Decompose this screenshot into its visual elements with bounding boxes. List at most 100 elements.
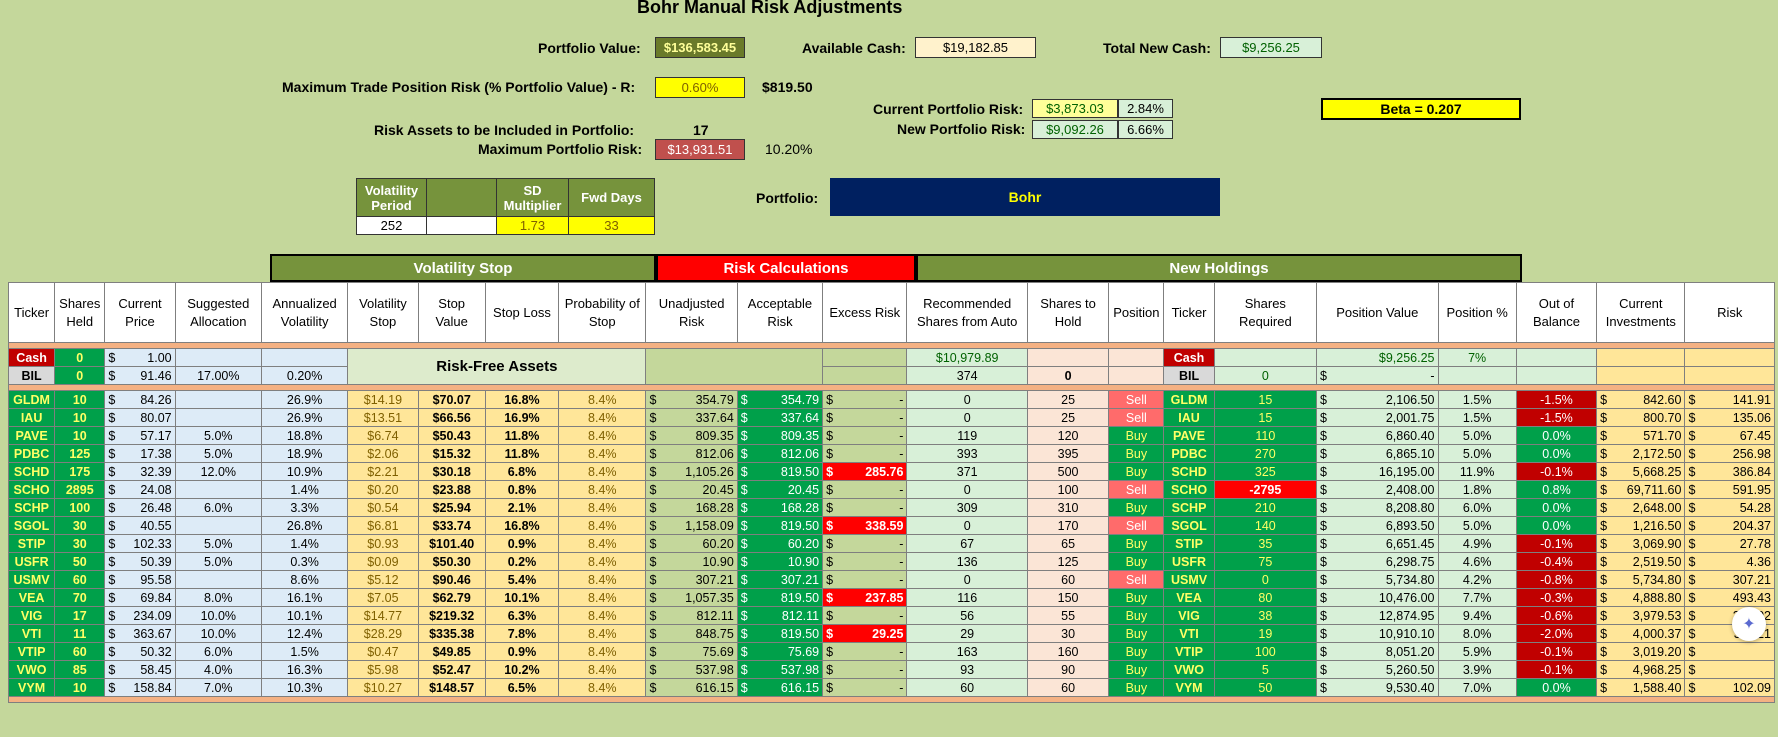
- beta-cell[interactable]: Beta = 0.207: [1321, 98, 1521, 120]
- bil-price[interactable]: $91.46: [104, 366, 176, 385]
- shares-held-cell[interactable]: 10: [54, 408, 106, 427]
- current-price-cell[interactable]: $234.09: [104, 606, 176, 625]
- suggested-allocation-cell[interactable]: [174, 516, 262, 535]
- suggested-allocation-cell[interactable]: 4.0%: [174, 660, 262, 679]
- new-risk-value[interactable]: $9,092.26: [1032, 120, 1118, 139]
- current-price-cell[interactable]: $58.45: [104, 660, 176, 679]
- cash-position-value: $9,256.25: [1316, 348, 1439, 367]
- shares-to-hold-cell[interactable]: 500: [1026, 462, 1110, 481]
- current-price-cell[interactable]: $102.33: [104, 534, 176, 553]
- suggested-allocation-cell[interactable]: 5.0%: [174, 552, 262, 571]
- current-price-cell[interactable]: $50.32: [104, 642, 176, 661]
- shares-held-cell[interactable]: 175: [54, 462, 106, 481]
- shares-to-hold-cell[interactable]: 310: [1026, 498, 1110, 517]
- suggested-allocation-cell[interactable]: [174, 480, 262, 499]
- current-price-cell[interactable]: $17.38: [104, 444, 176, 463]
- shares-held-cell[interactable]: 60: [54, 570, 106, 589]
- position-pct-cell: 4.9%: [1437, 534, 1517, 553]
- copilot-icon[interactable]: ✦: [1732, 607, 1766, 641]
- current-price-cell[interactable]: $69.84: [104, 588, 176, 607]
- shares-held-cell[interactable]: 17: [54, 606, 106, 625]
- current-price-cell[interactable]: $26.48: [104, 498, 176, 517]
- suggested-allocation-cell[interactable]: 7.0%: [174, 678, 262, 697]
- excess-risk-cell: $ -: [822, 678, 908, 697]
- shares-to-hold-cell[interactable]: 120: [1026, 426, 1110, 445]
- shares-to-hold-cell[interactable]: 100: [1026, 480, 1110, 499]
- suggested-allocation-cell[interactable]: 12.0%: [174, 462, 262, 481]
- shares-held-cell[interactable]: 70: [54, 588, 106, 607]
- suggested-allocation-cell[interactable]: 5.0%: [174, 534, 262, 553]
- shares-to-hold-cell[interactable]: 395: [1026, 444, 1110, 463]
- param-sd-multiplier[interactable]: 1.73: [496, 216, 569, 235]
- position-pct-cell: 5.0%: [1437, 516, 1517, 535]
- shares-held-cell[interactable]: 60: [54, 642, 106, 661]
- shares-held-cell[interactable]: 50: [54, 552, 106, 571]
- portfolio-name[interactable]: Bohr: [830, 178, 1220, 216]
- suggested-allocation-cell[interactable]: [174, 390, 262, 409]
- suggested-allocation-cell[interactable]: 6.0%: [174, 498, 262, 517]
- shares-held-cell[interactable]: 125: [54, 444, 106, 463]
- suggested-allocation-cell[interactable]: 6.0%: [174, 642, 262, 661]
- shares-to-hold-cell[interactable]: 25: [1026, 408, 1110, 427]
- current-price-cell[interactable]: $40.55: [104, 516, 176, 535]
- cash-price[interactable]: $1.00: [104, 348, 176, 367]
- shares-held-cell[interactable]: 85: [54, 660, 106, 679]
- param-blank[interactable]: [426, 216, 497, 235]
- current-price-cell[interactable]: $363.67: [104, 624, 176, 643]
- cash-shares[interactable]: 0: [54, 348, 106, 367]
- bil-alloc[interactable]: 17.00%: [174, 366, 262, 385]
- new-risk-pct[interactable]: 6.66%: [1118, 120, 1173, 139]
- param-header-sd-multiplier: SD Multiplier: [496, 178, 569, 217]
- recommended-shares-cell: 163: [906, 642, 1028, 661]
- shares-to-hold-cell[interactable]: 150: [1026, 588, 1110, 607]
- shares-to-hold-cell[interactable]: 60: [1026, 570, 1110, 589]
- current-risk-pct[interactable]: 2.84%: [1118, 99, 1173, 118]
- shares-to-hold-cell[interactable]: 30: [1026, 624, 1110, 643]
- shares-to-hold-cell[interactable]: 170: [1026, 516, 1110, 535]
- shares-to-hold-cell[interactable]: 55: [1026, 606, 1110, 625]
- ticker-cell-2: USFR: [1163, 552, 1215, 571]
- current-price-cell[interactable]: $158.84: [104, 678, 176, 697]
- suggested-allocation-cell[interactable]: 10.0%: [174, 606, 262, 625]
- suggested-allocation-cell[interactable]: 5.0%: [174, 444, 262, 463]
- shares-held-cell[interactable]: 10: [54, 426, 106, 445]
- current-price-cell[interactable]: $80.07: [104, 408, 176, 427]
- suggested-allocation-cell[interactable]: [174, 570, 262, 589]
- shares-to-hold-cell[interactable]: 125: [1026, 552, 1110, 571]
- current-price-cell[interactable]: $24.08: [104, 480, 176, 499]
- shares-held-cell[interactable]: 10: [54, 678, 106, 697]
- shares-to-hold-cell[interactable]: 160: [1026, 642, 1110, 661]
- shares-held-cell[interactable]: 11: [54, 624, 106, 643]
- shares-held-cell[interactable]: 30: [54, 516, 106, 535]
- bil-shares[interactable]: 0: [54, 366, 106, 385]
- current-price-cell[interactable]: $57.17: [104, 426, 176, 445]
- suggested-allocation-cell[interactable]: 5.0%: [174, 426, 262, 445]
- column-header: Position Value: [1316, 282, 1439, 343]
- shares-to-hold-cell[interactable]: 90: [1026, 660, 1110, 679]
- shares-to-hold-cell[interactable]: 60: [1026, 678, 1110, 697]
- current-price-cell[interactable]: $50.39: [104, 552, 176, 571]
- position-pct-cell: 11.9%: [1437, 462, 1517, 481]
- suggested-allocation-cell[interactable]: 8.0%: [174, 588, 262, 607]
- max-portfolio-risk-value[interactable]: $13,931.51: [655, 139, 745, 160]
- suggested-allocation-cell[interactable]: 10.0%: [174, 624, 262, 643]
- current-price-cell[interactable]: $95.58: [104, 570, 176, 589]
- max-trade-pct-cell[interactable]: 0.60%: [655, 77, 745, 98]
- bil-hold[interactable]: 0: [1026, 366, 1110, 385]
- portfolio-value-cell[interactable]: $136,583.45: [655, 37, 745, 58]
- shares-held-cell[interactable]: 100: [54, 498, 106, 517]
- position-cell: Buy: [1108, 498, 1165, 517]
- shares-held-cell[interactable]: 10: [54, 390, 106, 409]
- shares-held-cell[interactable]: 2895: [54, 480, 106, 499]
- current-price-cell[interactable]: $32.39: [104, 462, 176, 481]
- param-volatility-period[interactable]: 252: [356, 216, 427, 235]
- shares-held-cell[interactable]: 30: [54, 534, 106, 553]
- shares-to-hold-cell[interactable]: 65: [1026, 534, 1110, 553]
- shares-to-hold-cell[interactable]: 25: [1026, 390, 1110, 409]
- available-cash-cell[interactable]: $19,182.85: [915, 37, 1036, 58]
- param-fwd-days[interactable]: 33: [568, 216, 655, 235]
- total-new-cash-cell[interactable]: $9,256.25: [1220, 37, 1322, 58]
- current-risk-value[interactable]: $3,873.03: [1032, 99, 1118, 118]
- current-price-cell[interactable]: $84.26: [104, 390, 176, 409]
- suggested-allocation-cell[interactable]: [174, 408, 262, 427]
